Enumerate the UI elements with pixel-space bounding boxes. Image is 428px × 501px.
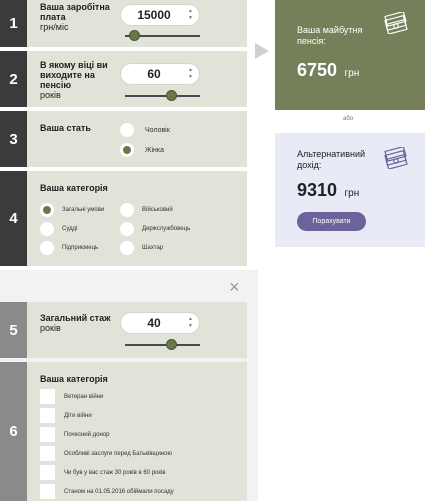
retirement-age-up-arrow-icon[interactable]: ▲	[188, 68, 193, 73]
experience-label: Загальний стаж років	[40, 313, 120, 333]
alternative-income-title: Альтернативний дохід:	[297, 149, 366, 170]
option-special-merits: Особливі заслуги перед Батьківщиною	[64, 451, 172, 457]
pension-amount: 6750 грн	[297, 60, 359, 81]
checkbox-war-veteran[interactable]	[40, 389, 55, 404]
salary-up-arrow-icon[interactable]: ▲	[188, 9, 193, 14]
retirement-age-value: 60	[147, 67, 161, 81]
checkbox-experience-30-years[interactable]	[40, 465, 55, 480]
salary-input[interactable]: 15000 ▲ ▼	[121, 5, 199, 25]
step-number-6: 6	[0, 362, 27, 501]
pension-amount-value: 6750	[297, 60, 338, 80]
category-option-military: Військовий	[142, 207, 173, 213]
category-option-miner: Шахтар	[142, 245, 164, 251]
experience-slider-track[interactable]	[125, 344, 200, 346]
money-stack-icon-alt	[384, 147, 408, 169]
or-text: або	[343, 116, 354, 122]
option-war-veteran: Ветеран війни	[64, 394, 104, 400]
gender-radio-male[interactable]	[120, 123, 134, 137]
triangle-right-icon	[255, 43, 269, 59]
category-radio-general[interactable]	[40, 203, 54, 217]
category-radio-miner[interactable]	[120, 241, 134, 255]
salary-label: Ваша заробітна плата грн/міс	[40, 2, 118, 32]
checkbox-war-children[interactable]	[40, 408, 55, 423]
retirement-age-slider-track[interactable]	[125, 95, 200, 97]
experience-label-text: Загальний стаж	[40, 313, 111, 323]
category-option-entrepreneur: Підприємець	[62, 245, 99, 251]
option-position-2016: Станом на 01.05.2016 обіймали посаду	[64, 489, 174, 495]
salary-unit: грн/міс	[40, 22, 69, 32]
gender-option-female: Жінка	[145, 147, 164, 154]
step-number-2: 2	[0, 51, 27, 107]
category-radio-entrepreneur[interactable]	[40, 241, 54, 255]
checkbox-position-2016[interactable]	[40, 484, 55, 499]
checkbox-honorary-donor[interactable]	[40, 427, 55, 442]
salary-slider-handle[interactable]	[128, 30, 140, 41]
retirement-age-label: В якому віці ви виходите на пенсію років	[40, 60, 120, 100]
retirement-age-card: В якому віці ви виходите на пенсію років…	[27, 51, 247, 107]
gender-radio-female[interactable]	[120, 143, 134, 157]
gender-option-male: Чоловік	[145, 127, 170, 134]
retirement-age-label-text: В якому віці ви виходите на пенсію	[40, 60, 108, 90]
category-card: Ваша категорія Загальні умови Військовий…	[27, 171, 247, 266]
category-label: Ваша категорія	[40, 183, 108, 193]
step-number-1: 1	[0, 0, 27, 47]
checkbox-special-merits[interactable]	[40, 446, 55, 461]
alternative-income-currency: грн	[344, 188, 360, 199]
category-option-general: Загальні умови	[62, 207, 105, 213]
retirement-age-unit: років	[40, 90, 61, 100]
option-experience-30-years: Чи був у вас стаж 30 років в 60 років	[64, 470, 166, 476]
experience-slider-handle[interactable]	[166, 339, 177, 350]
salary-value: 15000	[137, 8, 171, 22]
option-war-children: Діти війни	[64, 413, 92, 419]
step-number-4: 4	[0, 171, 27, 266]
alternative-income-value: 9310	[297, 180, 338, 200]
category-option-judge: Судді	[62, 226, 78, 232]
benefits-label: Ваша категорія	[40, 374, 108, 384]
salary-card: Ваша заробітна плата грн/міс 15000 ▲ ▼	[27, 0, 247, 47]
alternative-income-amount: 9310 грн	[297, 180, 359, 201]
experience-input[interactable]: 40 ▲ ▼	[121, 313, 199, 333]
category-radio-civil-servant[interactable]	[120, 222, 134, 236]
calculate-button[interactable]: Порахувати	[297, 212, 366, 231]
category-option-civil-servant: Держслужбовець	[142, 226, 191, 232]
pension-result-title: Ваша майбутня пенсія:	[297, 25, 363, 46]
category-radio-judge[interactable]	[40, 222, 54, 236]
retirement-age-slider-handle[interactable]	[166, 90, 177, 101]
salary-down-arrow-icon[interactable]: ▼	[188, 16, 193, 21]
money-stack-icon	[384, 12, 408, 34]
gender-card: Ваша стать Чоловік Жінка	[27, 111, 247, 167]
retirement-age-input[interactable]: 60 ▲ ▼	[121, 64, 199, 84]
step-number-5: 5	[0, 302, 27, 358]
retirement-age-down-arrow-icon[interactable]: ▼	[188, 75, 193, 80]
salary-label-text: Ваша заробітна плата	[40, 2, 110, 22]
experience-value: 40	[147, 316, 161, 330]
pension-result-panel: Ваша майбутня пенсія: 6750 грн	[275, 0, 425, 110]
gender-label: Ваша стать	[40, 123, 91, 133]
experience-down-arrow-icon[interactable]: ▼	[188, 324, 193, 329]
experience-up-arrow-icon[interactable]: ▲	[188, 317, 193, 322]
option-honorary-donor: Почесний донор	[64, 432, 110, 438]
alternative-income-panel: Альтернативний дохід: 9310 грн Порахуват…	[275, 133, 425, 247]
close-icon[interactable]: ×	[229, 278, 240, 296]
experience-card: Загальний стаж років 40 ▲ ▼	[27, 302, 247, 358]
experience-unit: років	[40, 323, 61, 333]
step-number-3: 3	[0, 111, 27, 167]
pension-amount-currency: грн	[344, 68, 360, 79]
category-radio-military[interactable]	[120, 203, 134, 217]
